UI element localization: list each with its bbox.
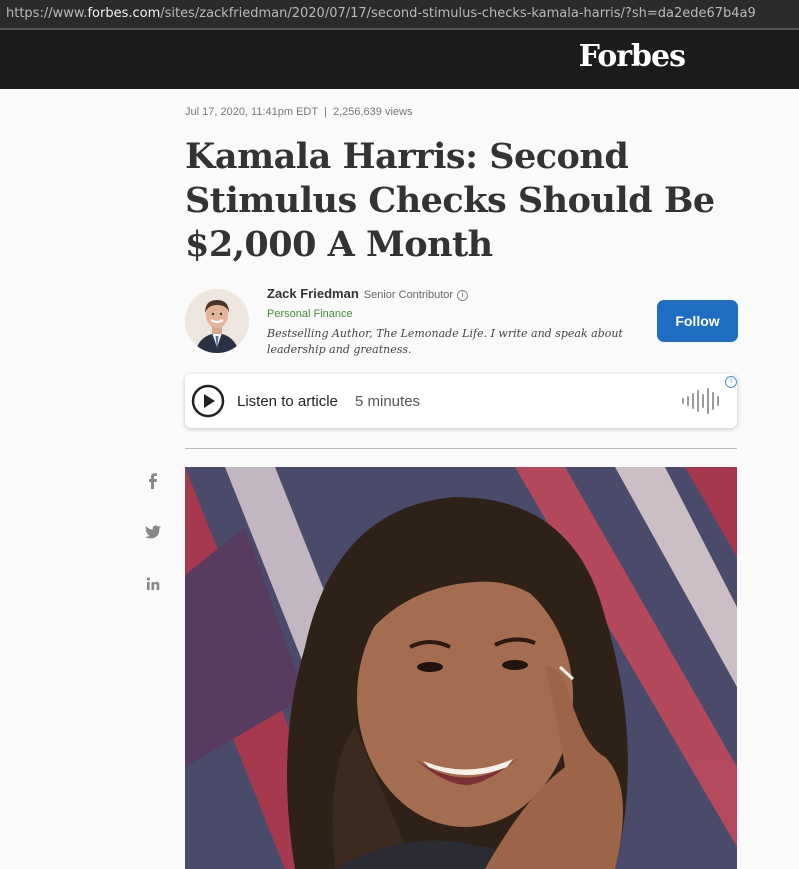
author-topic[interactable]: Personal Finance — [267, 308, 353, 320]
url-prefix: https://www. — [6, 6, 88, 21]
play-icon[interactable] — [191, 384, 225, 418]
author-bio: Bestselling Author, The Lemonade Life. I… — [267, 327, 623, 356]
address-bar[interactable]: https://www.forbes.com/sites/zackfriedma… — [0, 0, 799, 28]
audio-player: Listen to article 5 minutes i — [185, 374, 737, 428]
article-meta: Jul 17, 2020, 11:41pm EDT | 2,256,639 view… — [185, 106, 412, 118]
masthead: Forbes — [0, 28, 799, 89]
url-path: /sites/zackfriedman/2020/07/17/second-st… — [160, 6, 756, 21]
linkedin-icon[interactable] — [143, 574, 163, 594]
article-headline: Kamala Harris: Second Stimulus Checks Sh… — [185, 136, 715, 265]
author-name[interactable]: Zack Friedman — [267, 286, 359, 301]
follow-button[interactable]: Follow — [657, 300, 738, 342]
hero-image[interactable] — [185, 467, 737, 869]
divider — [185, 448, 737, 449]
facebook-icon[interactable] — [143, 471, 163, 491]
author-role: Senior Contributor — [363, 289, 454, 301]
audio-wave-icon — [682, 388, 719, 414]
info-icon[interactable]: i — [457, 290, 469, 301]
ad-info-icon[interactable]: i — [725, 376, 737, 388]
author-avatar[interactable] — [185, 289, 249, 353]
url-domain: forbes.com — [87, 6, 161, 21]
publish-date: Jul 17, 2020, 11:41pm EDT — [185, 106, 319, 118]
view-count: 2,256,639 views — [332, 106, 413, 118]
twitter-icon[interactable] — [143, 522, 163, 542]
forbes-logo[interactable]: Forbes — [579, 39, 686, 74]
author-byline: Zack Friedman Senior Contributor i — [267, 286, 469, 301]
meta-separator: | — [324, 106, 327, 118]
audio-duration: 5 minutes — [355, 393, 421, 410]
listen-label[interactable]: Listen to article — [237, 393, 338, 410]
